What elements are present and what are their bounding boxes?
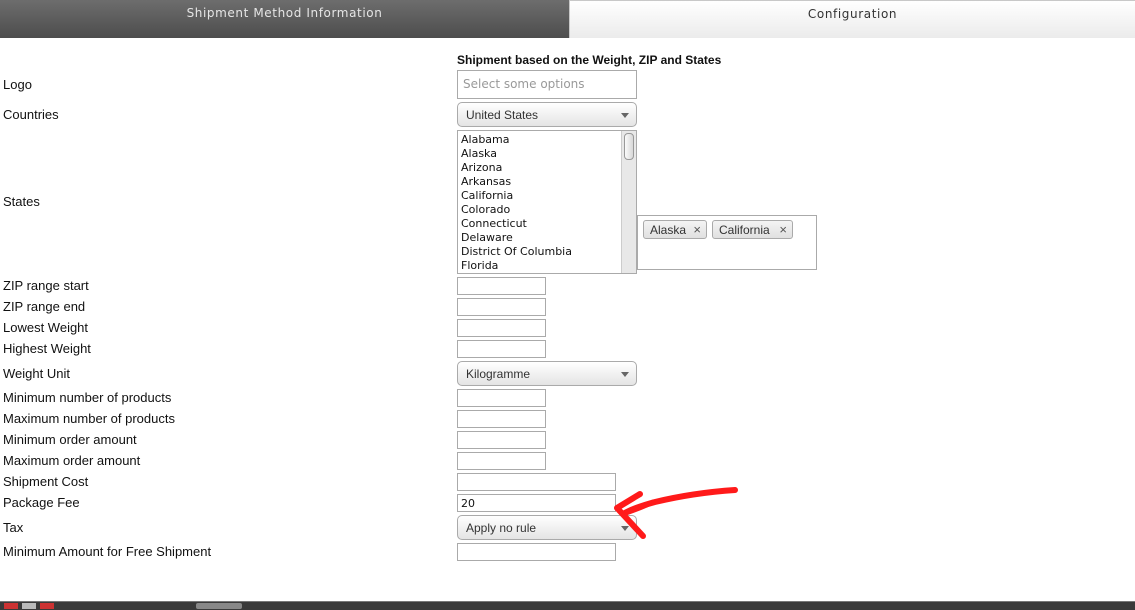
zip-range-end-input[interactable] <box>457 298 546 316</box>
list-item[interactable]: Florida <box>461 259 636 273</box>
shipment-cost-label: Shipment Cost <box>3 474 89 489</box>
highest-weight-input[interactable] <box>457 340 546 358</box>
logo-multiselect[interactable] <box>457 70 637 99</box>
list-item[interactable]: Colorado <box>461 203 636 217</box>
list-item[interactable]: Connecticut <box>461 217 636 231</box>
weight-unit-select[interactable]: Kilogramme <box>457 361 637 386</box>
selected-chip-alaska: Alaska × <box>643 220 707 239</box>
logo-label: Logo <box>3 77 32 92</box>
package-fee-label: Package Fee <box>3 495 80 510</box>
tax-label: Tax <box>3 520 24 535</box>
list-item[interactable]: Alabama <box>461 133 636 147</box>
chevron-down-icon <box>621 113 629 118</box>
states-selected-box[interactable]: Alaska × California × <box>637 215 817 270</box>
max-order-amount-label: Maximum order amount <box>3 453 141 468</box>
highest-weight-label: Highest Weight <box>3 341 91 356</box>
min-products-input[interactable] <box>457 389 546 407</box>
section-header: Shipment based on the Weight, ZIP and St… <box>457 53 722 67</box>
states-scrollbar[interactable] <box>621 131 636 273</box>
lowest-weight-input[interactable] <box>457 319 546 337</box>
min-products-label: Minimum number of products <box>3 390 172 405</box>
logo-search-input[interactable] <box>463 77 633 91</box>
min-order-amount-input[interactable] <box>457 431 546 449</box>
countries-label: Countries <box>3 107 59 122</box>
package-fee-input[interactable] <box>457 494 616 512</box>
selected-chip-california: California × <box>712 220 793 239</box>
tab-bar: Shipment Method Information Configuratio… <box>0 0 1135 38</box>
list-item[interactable]: Alaska <box>461 147 636 161</box>
annotation-arrow-icon <box>614 487 738 539</box>
countries-selected-value: United States <box>466 108 539 122</box>
taskbar-window-button[interactable] <box>196 603 242 609</box>
list-item[interactable]: Delaware <box>461 231 636 245</box>
chip-label: California <box>719 223 770 237</box>
taskbar-app-icon[interactable] <box>22 603 36 609</box>
countries-select[interactable]: United States <box>457 102 637 127</box>
taskbar-app-icon[interactable] <box>4 603 18 609</box>
tab-shipment-method-information[interactable]: Shipment Method Information <box>0 0 569 38</box>
zip-range-start-input[interactable] <box>457 277 546 295</box>
states-label: States <box>3 194 40 209</box>
close-icon[interactable]: × <box>693 222 701 237</box>
min-free-shipment-input[interactable] <box>457 543 616 561</box>
max-products-label: Maximum number of products <box>3 411 175 426</box>
shipment-cost-input[interactable] <box>457 473 616 491</box>
tab-configuration[interactable]: Configuration <box>569 0 1135 38</box>
min-free-shipment-label: Minimum Amount for Free Shipment <box>3 544 212 559</box>
list-item[interactable]: Arkansas <box>461 175 636 189</box>
tax-selected-value: Apply no rule <box>466 521 537 535</box>
list-item[interactable]: District Of Columbia <box>461 245 636 259</box>
taskbar-app-icon[interactable] <box>40 603 54 609</box>
lowest-weight-label: Lowest Weight <box>3 320 89 335</box>
chip-label: Alaska <box>650 223 687 237</box>
zip-range-start-label: ZIP range start <box>3 278 89 293</box>
close-icon[interactable]: × <box>779 222 787 237</box>
states-listbox[interactable]: Alabama Alaska Arizona Arkansas Californ… <box>457 130 637 274</box>
list-item[interactable]: Arizona <box>461 161 636 175</box>
zip-range-end-label: ZIP range end <box>3 299 86 314</box>
min-order-amount-label: Minimum order amount <box>3 432 137 447</box>
max-products-input[interactable] <box>457 410 546 428</box>
scrollbar-thumb[interactable] <box>624 133 634 160</box>
weight-unit-label: Weight Unit <box>3 366 70 381</box>
chevron-down-icon <box>621 372 629 377</box>
max-order-amount-input[interactable] <box>457 452 546 470</box>
weight-unit-selected-value: Kilogramme <box>466 367 531 381</box>
list-item[interactable]: California <box>461 189 636 203</box>
